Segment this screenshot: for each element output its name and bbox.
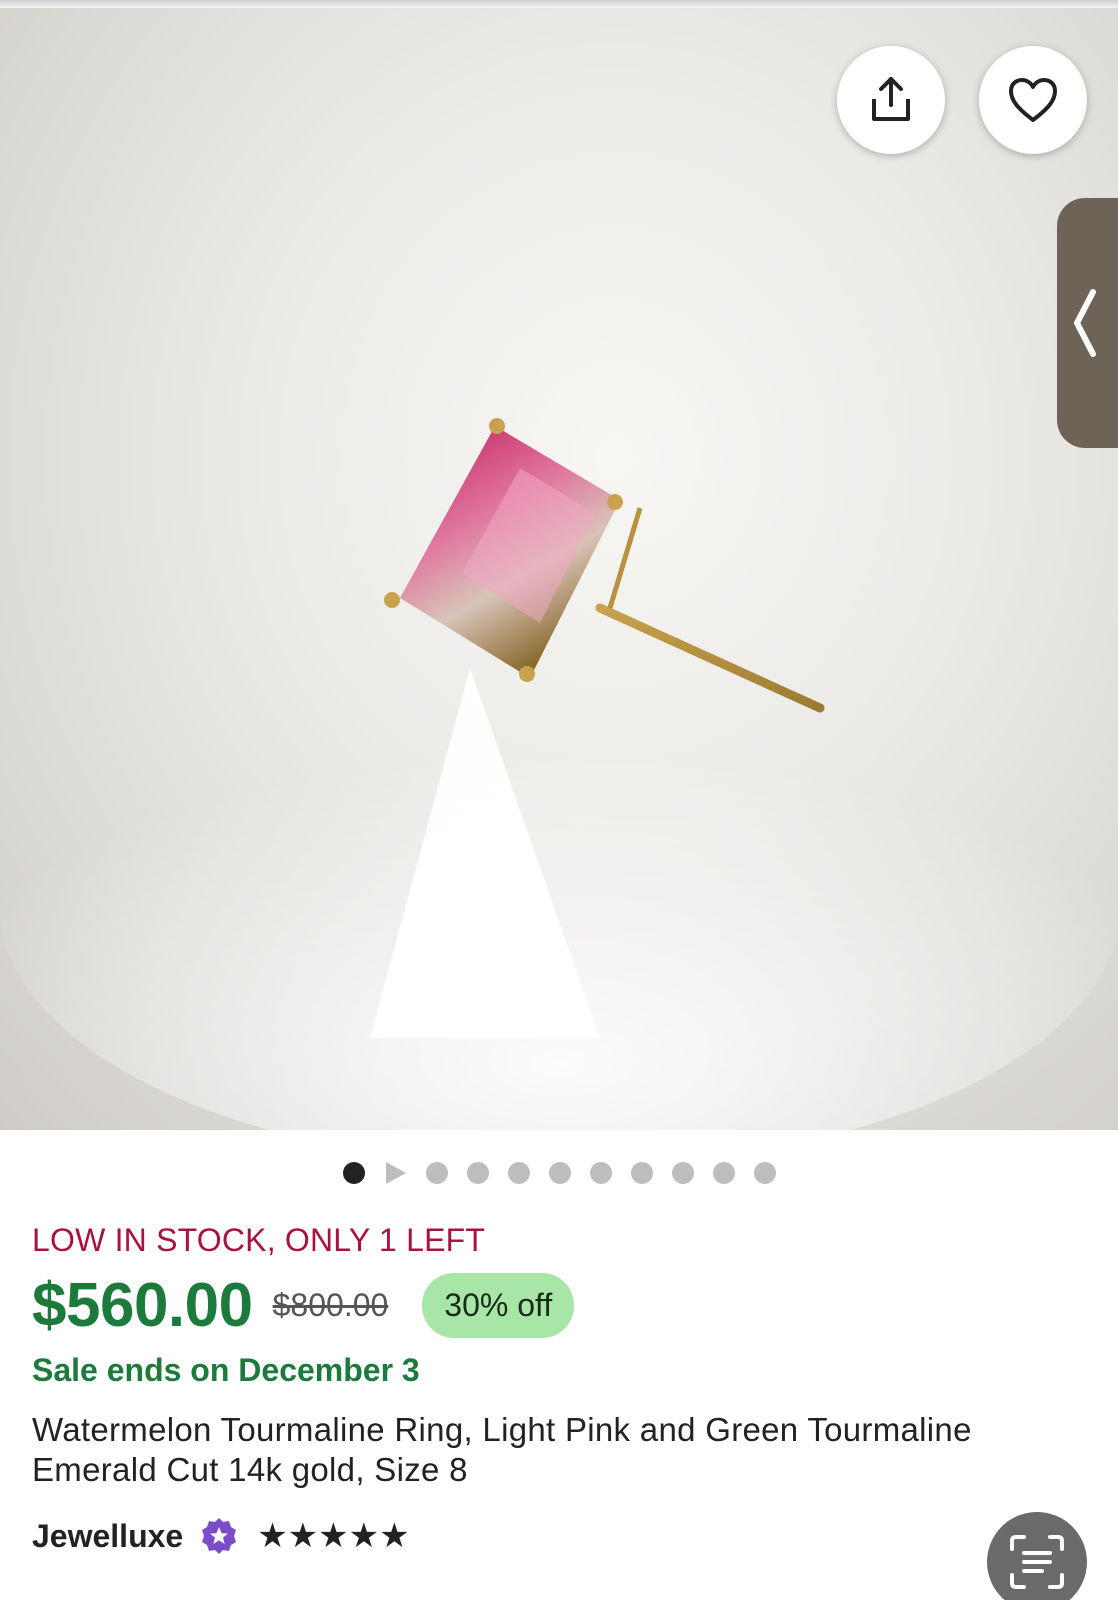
- carousel-dot[interactable]: [712, 1162, 735, 1184]
- scan-text-icon: [1010, 1535, 1064, 1589]
- carousel-dot[interactable]: [589, 1162, 612, 1184]
- discount-badge: 30% off: [422, 1272, 575, 1338]
- seller-name[interactable]: Jewelluxe: [32, 1518, 183, 1555]
- heart-icon: [1009, 78, 1057, 122]
- carousel-dot[interactable]: [548, 1162, 571, 1184]
- star-seller-badge-icon: [202, 1518, 237, 1554]
- product-title-line: Watermelon Tourmaline Ring, Light Pink a…: [32, 1411, 972, 1448]
- carousel-dot[interactable]: [507, 1162, 530, 1184]
- favorite-button[interactable]: [979, 46, 1087, 154]
- top-divider: [0, 0, 1118, 8]
- stock-notice: LOW IN STOCK, ONLY 1 LEFT: [32, 1222, 486, 1258]
- carousel-dot[interactable]: [671, 1162, 694, 1184]
- chevron-left-icon: [1074, 289, 1096, 357]
- carousel-video-icon[interactable]: [386, 1162, 406, 1184]
- sale-end-notice: Sale ends on December 3: [32, 1352, 420, 1388]
- scan-button[interactable]: [987, 1512, 1087, 1600]
- share-icon: [872, 77, 910, 121]
- carousel-dot-active[interactable]: [342, 1162, 365, 1184]
- seller-row[interactable]: Jewelluxe ★★★★★: [32, 1514, 410, 1558]
- side-panel-tab[interactable]: [1057, 198, 1118, 448]
- ring-photo: [0, 418, 1118, 1130]
- carousel-indicator: [0, 1160, 1118, 1186]
- share-button[interactable]: [837, 46, 945, 154]
- star-rating: ★★★★★: [257, 1517, 410, 1555]
- price-row: $560.00 $800.00 30% off: [32, 1270, 575, 1340]
- product-title: Watermelon Tourmaline Ring, Light Pink a…: [32, 1410, 1092, 1490]
- carousel-dot[interactable]: [425, 1162, 448, 1184]
- original-price: $800.00: [272, 1286, 389, 1323]
- carousel-dot[interactable]: [630, 1162, 653, 1184]
- carousel-dot[interactable]: [753, 1162, 776, 1184]
- sale-price: $560.00: [32, 1270, 253, 1340]
- carousel-dot[interactable]: [466, 1162, 489, 1184]
- product-title-line: Emerald Cut 14k gold, Size 8: [32, 1451, 468, 1488]
- product-image[interactable]: [0, 8, 1118, 1130]
